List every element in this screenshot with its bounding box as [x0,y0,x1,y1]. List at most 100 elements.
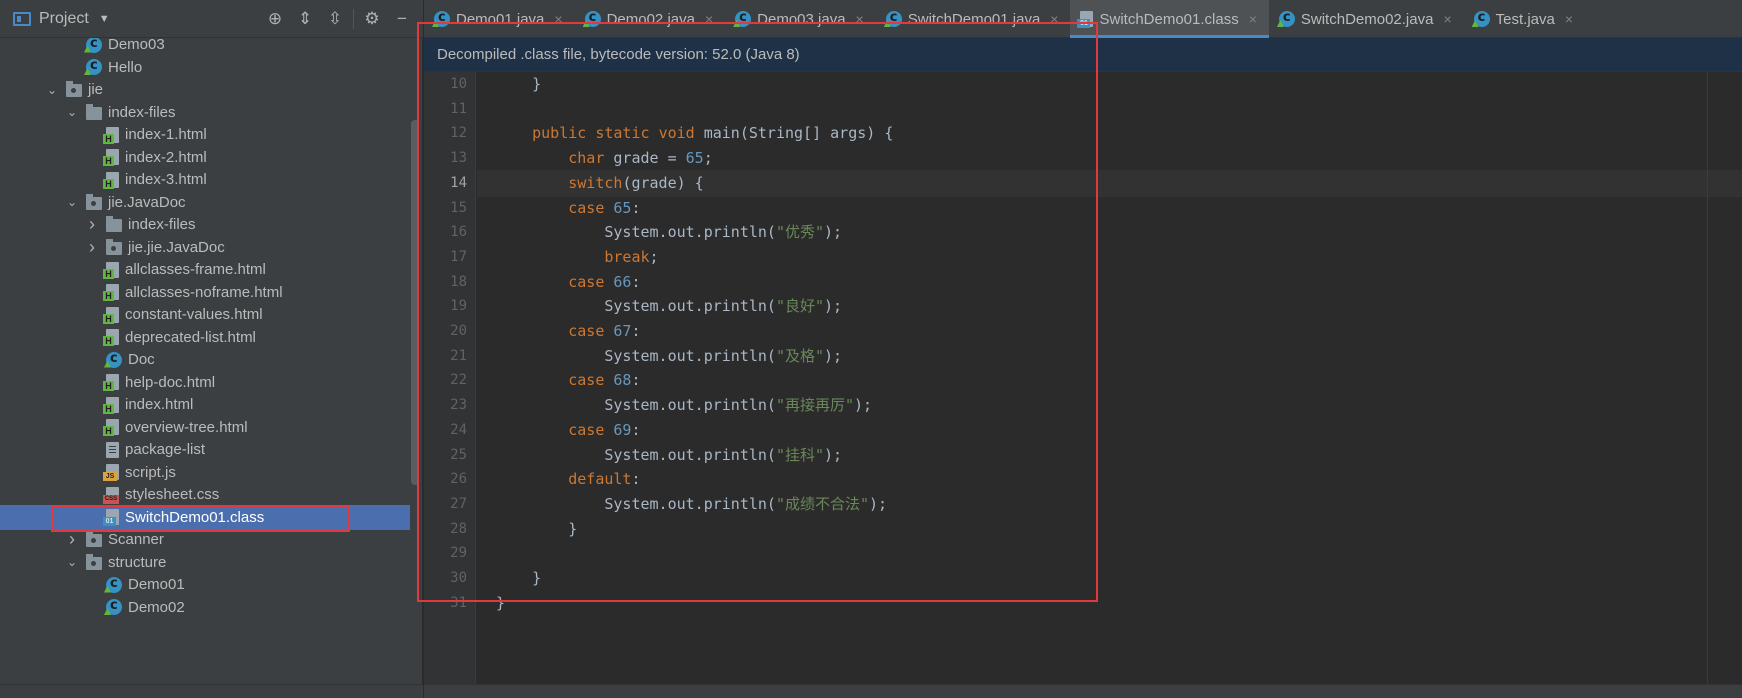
code-line[interactable]: char grade = 65; [496,145,713,172]
code-line[interactable]: System.out.println("及格"); [496,343,842,370]
code-line[interactable]: break; [496,244,658,271]
tree-item[interactable]: Hello [0,55,410,80]
code-line[interactable]: System.out.println("再接再厉"); [496,392,872,419]
code-line[interactable]: } [496,72,541,98]
tree-item[interactable]: index-2.html [0,145,410,170]
line-number: 19 [450,298,467,315]
code-line[interactable]: case 67: [496,318,641,345]
close-icon[interactable]: × [856,11,864,27]
tree-scrollbar[interactable] [411,120,419,485]
code-line[interactable]: case 69: [496,417,640,444]
tree-item[interactable]: constant-values.html [0,302,410,327]
collapse-all-icon[interactable]: ⇳ [320,0,350,38]
tree-item[interactable]: › Scanner [0,527,410,552]
close-icon[interactable]: × [705,11,713,27]
package-icon [106,238,122,255]
editor-tab[interactable]: SwitchDemo01.java × [876,0,1071,38]
project-panel-footer [0,684,423,698]
close-icon[interactable]: × [1443,11,1451,27]
chevron-right-icon[interactable]: › [66,527,78,552]
tree-item[interactable]: index.html [0,392,410,417]
tree-item[interactable]: help-doc.html [0,370,410,395]
close-icon[interactable]: × [1050,11,1058,27]
chevron-down-icon[interactable]: ⌄ [66,550,78,575]
tree-item[interactable]: allclasses-noframe.html [0,280,410,305]
code-line[interactable]: case 65: [496,195,640,222]
expand-all-icon[interactable]: ⇕ [290,0,320,38]
chevron-down-icon[interactable]: ▼ [99,13,110,25]
editor-tab[interactable]: SwitchDemo01.class × [1070,0,1270,38]
tree-item[interactable]: ⌄ index-files [0,100,410,125]
code-line[interactable]: case 68: [496,367,640,394]
tree-item[interactable]: package-list [0,437,410,462]
code-line[interactable]: switch(grade) { [496,170,703,197]
tree-item-label: index-files [128,216,196,233]
code-line-text: default: [568,470,641,489]
text-file-icon [106,441,119,458]
tree-item[interactable]: Doc [0,347,410,372]
tree-item[interactable]: ⌄ structure [0,550,410,575]
locate-icon[interactable]: ⊕ [260,0,290,38]
java-class-icon [584,10,601,27]
editor-tab[interactable]: Test.java × [1464,0,1585,38]
code-line[interactable]: public static void main(String[] args) { [496,120,893,147]
tree-item[interactable]: index-3.html [0,167,410,192]
tree-item[interactable]: script.js [0,460,410,485]
tree-item[interactable]: › jie.jie.JavaDoc [0,235,410,260]
line-number: 14 [450,174,467,191]
code-area[interactable]: 10 11 12 13 14 15 16 17 18 19 20 21 22 23 24 25 26 27 28 29… [424,72,1742,684]
code-line[interactable]: } [496,590,505,617]
line-number: 18 [450,273,467,290]
tree-item[interactable]: ⌄ jie [0,77,410,102]
close-icon[interactable]: × [1565,11,1573,27]
tree-item[interactable]: allclasses-frame.html [0,257,410,282]
html-file-icon [103,396,119,414]
tree-item[interactable]: deprecated-list.html [0,325,410,350]
tree-item[interactable]: Demo01 [0,572,410,597]
code-line[interactable]: default: [496,466,641,493]
java-class-icon [1278,10,1295,27]
close-icon[interactable]: × [554,11,562,27]
tree-item[interactable]: overview-tree.html [0,415,410,440]
editor-tab-label: Demo01.java [456,10,545,28]
code-line-text: case 67: [568,322,641,340]
tree-item[interactable]: stylesheet.css [0,482,410,507]
code-line[interactable]: System.out.println("良好"); [496,293,842,320]
chevron-right-icon[interactable]: › [86,212,98,237]
tree-item[interactable]: index-1.html [0,122,410,147]
tree-item-label: overview-tree.html [125,418,248,436]
editor-tab-label: SwitchDemo02.java [1300,10,1434,28]
code-line[interactable]: System.out.println("成绩不合法"); [496,491,887,518]
code-line[interactable]: System.out.println("优秀"); [496,219,842,246]
project-view-icon[interactable] [13,11,31,26]
gear-icon[interactable]: ⚙ [357,0,387,38]
code-line[interactable]: } [496,516,577,543]
code-line[interactable]: System.out.println("挂科"); [496,442,842,469]
minimize-icon[interactable]: − [387,0,417,38]
close-icon[interactable]: × [1249,11,1257,27]
tree-item[interactable]: › index-files [0,212,410,237]
project-title[interactable]: Project [39,10,89,28]
chevron-right-icon[interactable]: › [86,235,98,260]
tree-item[interactable]: Demo02 [0,595,410,620]
line-number: 25 [450,446,467,463]
tree-item[interactable]: SwitchDemo01.class [0,504,410,530]
editor-tab[interactable]: Demo03.java × [725,0,876,38]
chevron-down-icon[interactable]: ⌄ [66,100,78,125]
code-line[interactable]: case 66: [496,269,640,296]
code-line[interactable]: } [496,565,541,592]
editor-tab[interactable]: Demo01.java × [424,0,575,38]
line-number: 11 [450,100,467,117]
chevron-down-icon[interactable]: ⌄ [46,77,58,102]
chevron-down-icon[interactable]: ⌄ [66,190,78,215]
line-number: 28 [450,520,467,537]
project-panel: Project ▼ ⊕ ⇕ ⇳ ⚙ − Demo03 Hello ⌄ jie ⌄ inde… [0,0,423,698]
editor-tab[interactable]: Demo02.java × [575,0,726,38]
html-file-icon [103,261,119,279]
tree-item[interactable]: ⌄ jie.JavaDoc [0,190,410,215]
project-tree: Demo03 Hello ⌄ jie ⌄ index-files index-1.html i… [0,38,410,684]
html-file-icon [103,374,119,391]
editor-tab[interactable]: SwitchDemo02.java × [1269,0,1464,38]
html-file-icon [103,284,119,301]
tree-item-label: structure [108,553,167,571]
